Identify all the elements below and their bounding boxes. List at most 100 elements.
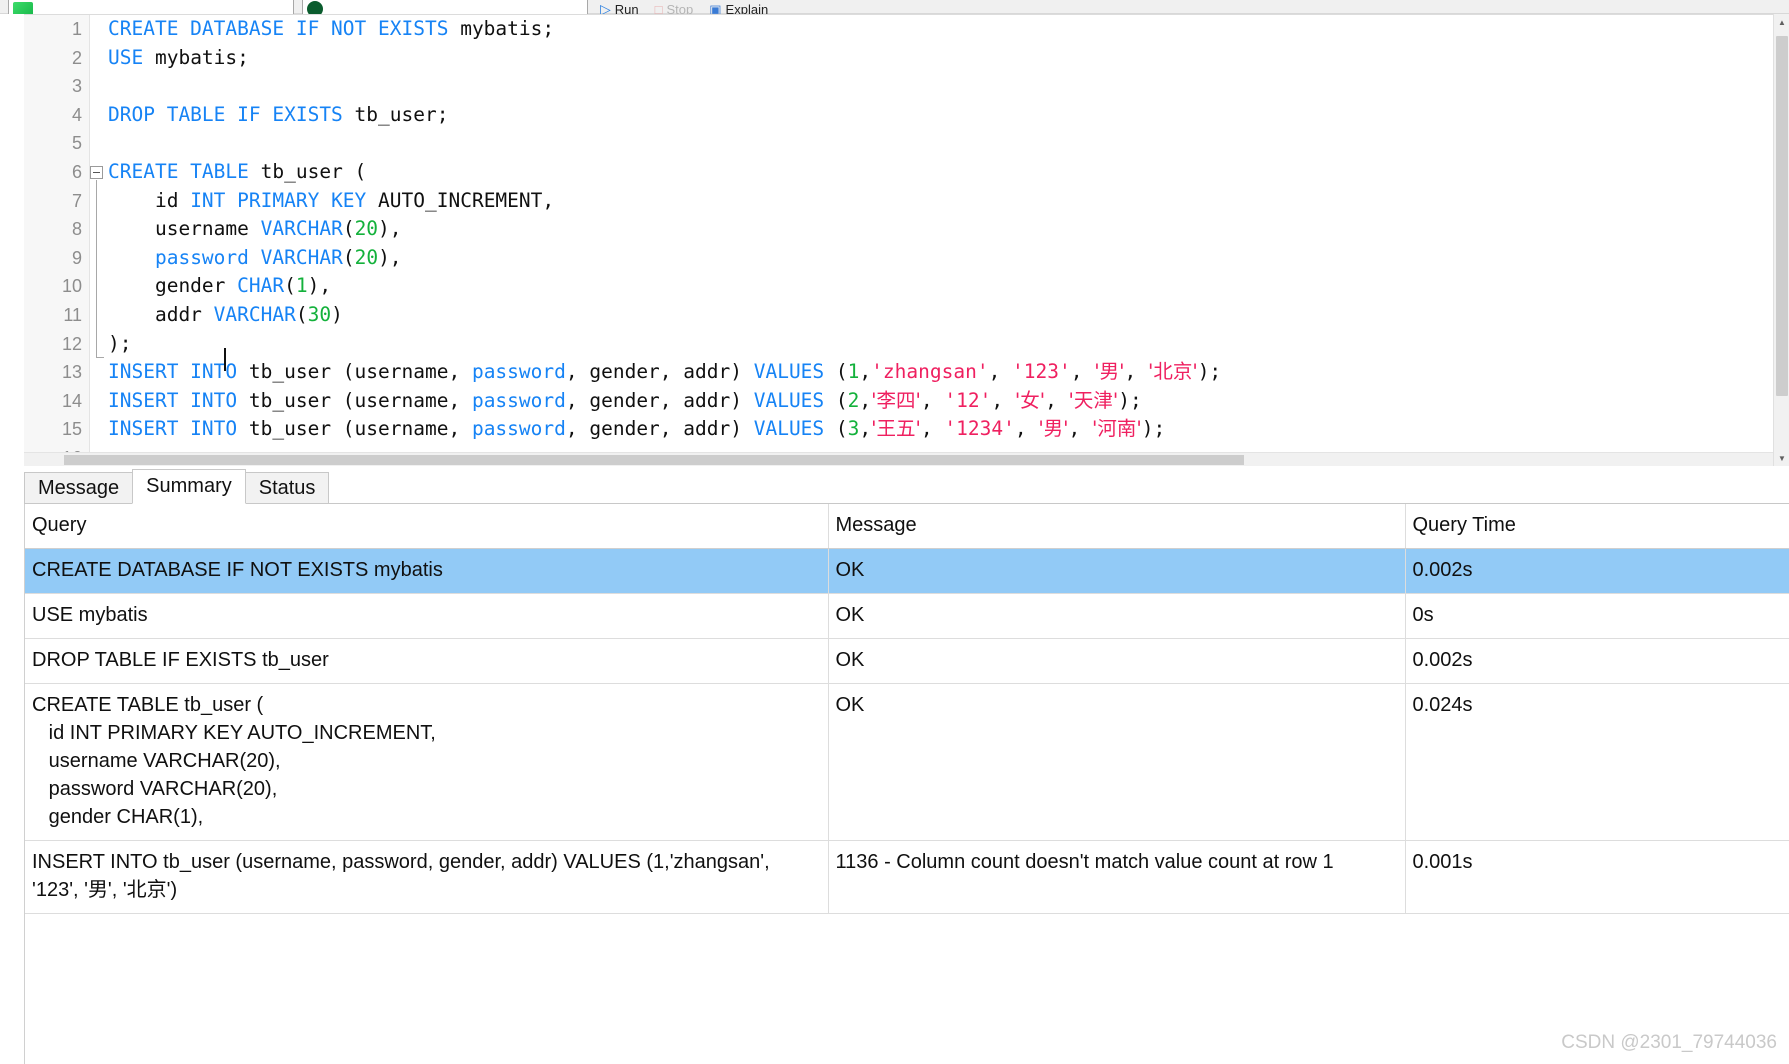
summary-table: Query Message Query Time CREATE DATABASE… [25,504,1789,914]
fold-toggle-icon[interactable] [90,166,103,179]
line-number: 12 [61,333,82,354]
column-header-query[interactable]: Query [25,504,829,549]
code-token: CREATE TABLE [108,159,261,183]
column-header-message[interactable]: Message [828,504,1406,549]
code-token: , [1045,388,1069,412]
result-tab-bar[interactable]: Message Summary Status [24,469,1789,504]
cell-query[interactable]: CREATE DATABASE IF NOT EXISTS mybatis [25,548,829,594]
code-token: ( [284,274,296,298]
code-line-text: username VARCHAR(20), [108,215,402,244]
cell-query-time[interactable]: 0s [1405,593,1789,639]
code-token: , [920,388,945,412]
code-token: 20 [354,217,379,241]
code-token: VARCHAR [260,217,343,241]
code-line[interactable]: 14 INSERT INTO tb_user (username, passwor… [24,387,1773,416]
code-line[interactable]: 2 USE mybatis; [24,44,1773,73]
code-token: , gender, addr) [565,360,754,384]
code-token: ( [342,217,355,241]
tab-label: Status [258,476,316,499]
table-row[interactable]: CREATE DATABASE IF NOT EXISTS mybatis OK 0… [25,548,1789,594]
cell-message[interactable]: OK [828,548,1406,594]
code-token: , [1068,417,1093,441]
editor-vertical-scroll-thumb[interactable] [1776,36,1788,396]
cell-query[interactable]: CREATE TABLE tb_user ( id INT PRIMARY KE… [25,683,829,841]
code-line-text: USE mybatis; [108,44,249,73]
code-line-text: addr VARCHAR(30) [108,301,343,330]
cell-query-time[interactable]: 0.001s [1405,840,1789,914]
code-line[interactable]: 4 DROP TABLE IF EXISTS tb_user; [24,101,1773,130]
result-grid[interactable]: Query Message Query Time CREATE DATABASE… [24,504,1789,1064]
code-line-text: INSERT INTO tb_user (username, password,… [108,358,1221,387]
tab-status[interactable]: Status [244,472,330,503]
editor-vertical-scrollbar[interactable]: ▲ ▼ [1773,14,1789,466]
editor-horizontal-scroll-thumb[interactable] [64,455,1244,465]
column-header-query-time[interactable]: Query Time [1405,504,1789,549]
table-row[interactable]: INSERT INTO tb_user (username, password,… [25,840,1789,914]
code-token: DROP TABLE IF EXISTS [108,102,355,126]
cell-query[interactable]: DROP TABLE IF EXISTS tb_user [25,638,829,684]
code-token: 'zhangsan' [871,360,989,384]
line-number: 14 [61,390,82,411]
code-line[interactable]: 5 [24,129,1773,158]
code-token: , [1124,360,1148,384]
code-token: password [471,388,566,412]
sql-code-area[interactable]: 1 CREATE DATABASE IF NOT EXISTS mybatis; 2… [24,15,1773,466]
cell-query[interactable]: USE mybatis [25,593,829,639]
code-token: 1 [847,360,860,384]
code-token: id [108,188,191,212]
scroll-up-icon[interactable]: ▲ [1774,14,1789,30]
scroll-down-icon[interactable]: ▼ [1774,450,1789,466]
cell-message[interactable]: 1136 - Column count doesn't match value … [828,840,1406,914]
line-number: 2 [71,47,82,68]
code-line[interactable]: 15 INSERT INTO tb_user (username, passwor… [24,415,1773,444]
code-line[interactable]: 13 INSERT INTO tb_user (username, passwor… [24,358,1773,387]
code-line[interactable]: 8 username VARCHAR(20), [24,215,1773,244]
cell-message[interactable]: OK [828,683,1406,841]
code-token: ), [307,274,332,298]
cell-query-time[interactable]: 0.002s [1405,638,1789,684]
editor-horizontal-scrollbar[interactable] [24,452,1773,466]
code-token: , [859,388,872,412]
line-number: 5 [71,133,82,154]
code-token: , [920,417,945,441]
line-number: 15 [61,419,82,440]
code-token: VALUES [753,388,836,412]
code-line-text: INSERT INTO tb_user (username, password,… [108,387,1142,416]
table-row[interactable]: DROP TABLE IF EXISTS tb_user OK 0.002s [25,638,1789,684]
cell-query-time[interactable]: 0.024s [1405,683,1789,841]
tab-summary[interactable]: Summary [132,469,246,504]
cell-message[interactable]: OK [828,593,1406,639]
code-line[interactable]: 7 id INT PRIMARY KEY AUTO_INCREMENT, [24,187,1773,216]
code-token: '男' [1038,417,1069,441]
code-line[interactable]: 10 gender CHAR(1), [24,272,1773,301]
code-token: '1234' [944,417,1015,441]
table-row[interactable]: CREATE TABLE tb_user ( id INT PRIMARY KE… [25,683,1789,841]
code-token: ( [835,360,848,384]
line-number: 11 [63,304,82,325]
code-token: CHAR [237,274,285,298]
cell-query[interactable]: INSERT INTO tb_user (username, password,… [25,840,829,914]
code-line[interactable]: 1 CREATE DATABASE IF NOT EXISTS mybatis; [24,15,1773,44]
code-line[interactable]: 6 CREATE TABLE tb_user ( [24,158,1773,187]
line-number: 6 [71,161,82,182]
line-number: 13 [61,362,82,383]
code-line[interactable]: 11 addr VARCHAR(30) [24,301,1773,330]
cell-message[interactable]: OK [828,638,1406,684]
code-token: password [154,245,261,269]
code-line[interactable]: 12); [24,330,1773,359]
code-line[interactable]: 3 [24,72,1773,101]
code-token: INSERT INTO [108,360,249,384]
cell-query-time[interactable]: 0.002s [1405,548,1789,594]
code-token: '李四' [871,388,921,412]
code-line[interactable]: 9 password VARCHAR(20), [24,244,1773,273]
code-token: '王五' [871,417,921,441]
fold-guide-end [96,357,104,358]
code-token: 2 [847,388,860,412]
code-line-text: gender CHAR(1), [108,272,331,301]
table-row[interactable]: USE mybatis OK 0s [25,593,1789,639]
code-token: VALUES [753,417,836,441]
tab-message[interactable]: Message [24,472,134,503]
code-line-text: CREATE DATABASE IF NOT EXISTS mybatis; [108,15,554,44]
sql-editor[interactable]: 1 CREATE DATABASE IF NOT EXISTS mybatis; 2… [0,14,1789,466]
